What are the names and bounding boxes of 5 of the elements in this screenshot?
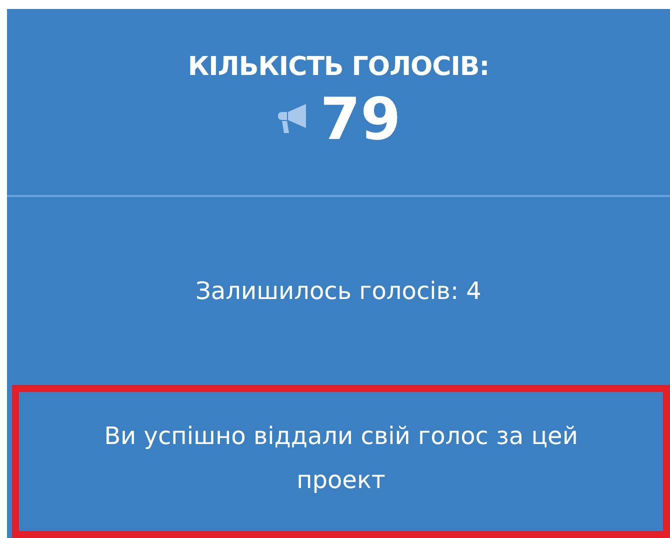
vote-count: 79 — [320, 84, 401, 154]
votes-title: КІЛЬКІСТЬ ГОЛОСІВ: — [188, 52, 490, 82]
megaphone-icon — [276, 104, 308, 134]
success-message: Ви успішно віддали свій голос за цей проект — [12, 385, 670, 538]
remaining-votes: Залишилось голосів: 4 — [196, 277, 482, 305]
